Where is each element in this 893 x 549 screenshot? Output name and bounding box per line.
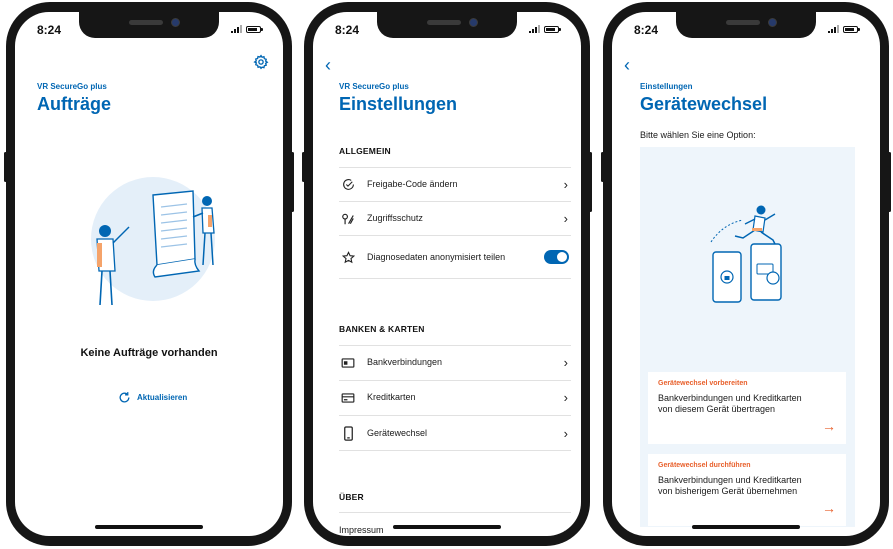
page-title: Einstellungen — [339, 94, 458, 114]
settings-item-imprint[interactable]: Impressum › — [339, 512, 571, 536]
status-icons — [828, 25, 860, 33]
settings-screen: 8:24 ‹ VR SecureGo plus Einstellungen AL… — [313, 12, 581, 536]
empty-state-text: Keine Aufträge vorhanden — [80, 347, 218, 359]
settings-item-bank-connections[interactable]: Bankverbindungen › — [339, 345, 571, 379]
status-time: 8:24 — [37, 23, 62, 37]
page-subtitle: Bitte wählen Sie eine Option: — [640, 130, 756, 140]
refresh-button[interactable]: Aktualisieren — [118, 391, 187, 404]
breadcrumb-settings[interactable]: Einstellungen — [640, 82, 692, 91]
option-prepare-device-change[interactable]: Gerätewechsel vorbereiten Bankverbindung… — [648, 372, 846, 444]
star-icon — [341, 250, 355, 263]
settings-item-label: Zugriffsschutz — [367, 213, 423, 223]
settings-item-device-change[interactable]: Gerätewechsel › — [339, 415, 571, 451]
chevron-right-icon: › — [563, 425, 568, 441]
section-banks-cards: BANKEN & KARTEN — [339, 324, 425, 334]
phone-frame-settings: 8:24 ‹ VR SecureGo plus Einstellungen AL… — [302, 2, 592, 546]
option-perform-device-change[interactable]: Gerätewechsel durchführen Bankverbindung… — [648, 454, 846, 526]
arrow-right-icon: → — [822, 418, 836, 434]
chevron-right-icon: › — [563, 525, 568, 536]
status-time: 8:24 — [634, 23, 659, 37]
home-indicator[interactable] — [692, 525, 800, 529]
app-name: VR SecureGo plus — [339, 82, 409, 91]
diagnostics-toggle[interactable] — [544, 250, 569, 264]
smartphone-icon — [343, 425, 353, 441]
device-transfer-illustration — [710, 205, 782, 303]
settings-item-label: Kreditkarten — [367, 392, 416, 402]
phone-frame-device-change: 8:24 ‹ Einstellungen Gerätewechsel Bitte… — [601, 2, 891, 546]
settings-item-label: Diagnosedaten anonymisiert teilen — [367, 251, 506, 262]
option-title: Gerätewechsel vorbereiten — [658, 380, 748, 387]
option-title: Gerätewechsel durchführen — [658, 462, 751, 469]
back-chevron-icon[interactable]: ‹ — [624, 56, 630, 74]
app-name: VR SecureGo plus — [37, 82, 107, 91]
settings-item-label: Gerätewechsel — [367, 427, 428, 438]
settings-item-access-protection[interactable]: Zugriffsschutz › — [339, 201, 571, 235]
option-description: Bankverbindungen und Kreditkarten von bi… — [658, 475, 802, 496]
fingerprint-icon — [342, 213, 354, 224]
orders-screen: 8:24 VR SecureGo plus Aufträge Keine Auf… — [15, 12, 283, 536]
signal-icon — [828, 25, 839, 33]
chevron-right-icon: › — [563, 390, 568, 405]
refresh-icon — [119, 392, 130, 403]
credit-card-icon — [341, 392, 355, 403]
signal-icon — [529, 25, 540, 33]
empty-state-illustration — [91, 177, 215, 306]
chevron-right-icon: › — [563, 211, 568, 226]
back-chevron-icon[interactable]: ‹ — [325, 56, 331, 74]
home-indicator[interactable] — [95, 525, 203, 529]
home-indicator[interactable] — [393, 525, 501, 529]
options-panel: Gerätewechsel vorbereiten Bankverbindung… — [640, 147, 855, 527]
refresh-label: Aktualisieren — [137, 393, 188, 402]
section-about: ÜBER — [339, 492, 364, 502]
status-icons — [529, 25, 561, 33]
arrow-right-icon: → — [822, 500, 836, 516]
status-icons — [231, 25, 263, 33]
battery-icon — [843, 25, 860, 33]
page-title: Gerätewechsel — [640, 94, 768, 114]
settings-item-credit-cards[interactable]: Kreditkarten › — [339, 380, 571, 414]
phone-frame-orders: 8:24 VR SecureGo plus Aufträge Keine Auf… — [4, 2, 294, 546]
section-general: ALLGEMEIN — [339, 146, 391, 156]
bank-card-icon — [341, 357, 355, 368]
status-time: 8:24 — [335, 23, 360, 37]
chevron-right-icon: › — [563, 177, 568, 192]
device-change-screen: 8:24 ‹ Einstellungen Gerätewechsel Bitte… — [612, 12, 880, 536]
signal-icon — [231, 25, 242, 33]
settings-item-diagnostics[interactable]: Diagnosedaten anonymisiert teilen — [339, 235, 571, 279]
settings-item-label: Bankverbindungen — [367, 357, 443, 367]
option-description: Bankverbindungen und Kreditkarten von di… — [658, 393, 802, 414]
gear-icon[interactable] — [253, 54, 269, 70]
check-circle-icon — [342, 179, 354, 190]
battery-icon — [544, 25, 561, 33]
battery-icon — [246, 25, 263, 33]
chevron-right-icon: › — [563, 355, 568, 370]
settings-item-release-code[interactable]: Freigabe-Code ändern › — [339, 167, 571, 201]
settings-item-label: Freigabe-Code ändern — [367, 179, 458, 189]
page-title: Aufträge — [37, 94, 112, 114]
